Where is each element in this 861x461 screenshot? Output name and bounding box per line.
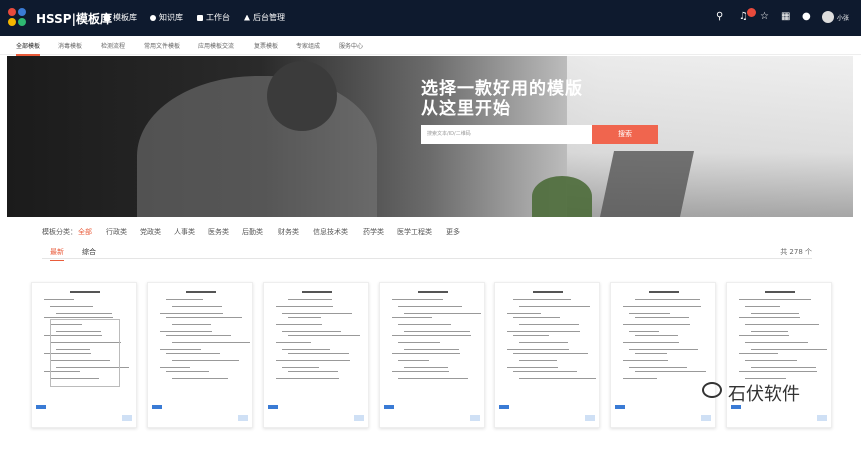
download-icon[interactable] <box>354 415 364 421</box>
card-tag <box>499 405 509 409</box>
nav-knowledge[interactable]: 知识库 <box>150 12 183 23</box>
tab-experts[interactable]: 专家组成 <box>296 41 320 50</box>
category-med-eng[interactable]: 医学工程类 <box>397 227 432 237</box>
download-icon[interactable] <box>238 415 248 421</box>
chat-icon[interactable]: ● <box>802 11 811 23</box>
notification-badge <box>747 8 756 17</box>
template-card[interactable] <box>494 282 600 428</box>
banner-photo-plant <box>532 176 592 217</box>
apps-icon[interactable]: ▦ <box>781 11 790 23</box>
template-thumbnail <box>619 289 709 393</box>
category-tabs: 全部模板 消毒模板 检测流程 常用文件模板 应用模板交流 复票模板 专家组成 服… <box>0 36 861 56</box>
category-pharmacy[interactable]: 药学类 <box>363 227 384 237</box>
home-icon <box>197 14 203 21</box>
category-party[interactable]: 党政类 <box>140 227 161 237</box>
card-tag <box>152 405 162 409</box>
banner-title: 选择一款好用的模版 从这里开始 <box>421 79 583 119</box>
category-more[interactable]: 更多 <box>446 227 460 237</box>
wechat-icon <box>702 382 722 398</box>
tab-exchange[interactable]: 应用模板交流 <box>198 41 234 50</box>
search-button[interactable]: 搜索 <box>592 125 658 144</box>
template-thumbnail <box>735 289 827 393</box>
card-tag <box>615 405 625 409</box>
search-icon[interactable]: ⚲ <box>716 11 723 23</box>
grid-icon <box>104 14 110 21</box>
template-card[interactable] <box>263 282 369 428</box>
banner-title-line1: 选择一款好用的模版 <box>421 79 583 99</box>
category-hr[interactable]: 人事类 <box>174 227 195 237</box>
download-icon[interactable] <box>122 415 132 421</box>
banner-title-line2: 从这里开始 <box>421 99 511 119</box>
nav-templates-label: 模板库 <box>113 13 137 22</box>
username[interactable]: 小张 <box>837 13 849 22</box>
nav-templates[interactable]: 模板库 <box>104 12 137 23</box>
card-tag <box>384 405 394 409</box>
card-tag <box>36 405 46 409</box>
download-icon[interactable] <box>701 415 711 421</box>
sort-tabs: 最新 综合 共 278 个 <box>42 245 812 261</box>
template-thumbnail <box>156 289 250 393</box>
card-tag <box>268 405 278 409</box>
search-input[interactable]: 搜索文本/ID/二维码 <box>421 125 592 144</box>
template-card[interactable] <box>379 282 485 428</box>
banner-photo-person <box>137 76 377 217</box>
tab-review[interactable]: 复票模板 <box>254 41 278 50</box>
download-icon[interactable] <box>470 415 480 421</box>
category-logistics[interactable]: 后勤类 <box>242 227 263 237</box>
template-card[interactable] <box>147 282 253 428</box>
tab-common-files[interactable]: 常用文件模板 <box>144 41 180 50</box>
template-thumbnail <box>503 289 596 393</box>
tab-disinfect[interactable]: 消毒模板 <box>58 41 82 50</box>
category-finance[interactable]: 财务类 <box>278 227 299 237</box>
sort-overall[interactable]: 综合 <box>82 247 96 257</box>
brand-name[interactable]: HSSP|模板库 <box>36 10 112 27</box>
download-icon[interactable] <box>817 415 827 421</box>
category-filter-label: 模板分类： <box>42 228 77 236</box>
template-thumbnail <box>388 289 481 393</box>
result-count: 共 278 个 <box>780 248 812 256</box>
tab-process[interactable]: 检测流程 <box>101 41 125 50</box>
avatar[interactable] <box>822 11 834 23</box>
category-admin[interactable]: 行政类 <box>106 227 127 237</box>
nav-workbench-label: 工作台 <box>206 13 230 22</box>
nav-workbench[interactable]: 工作台 <box>197 12 230 23</box>
logo <box>8 8 30 28</box>
category-all[interactable]: 全部 <box>78 227 92 237</box>
star-icon[interactable]: ☆ <box>760 11 769 23</box>
banner-photo-head <box>267 61 337 131</box>
template-card[interactable] <box>31 282 137 428</box>
template-thumbnail <box>40 289 130 393</box>
template-card[interactable] <box>726 282 832 428</box>
sort-latest[interactable]: 最新 <box>50 247 64 261</box>
template-thumbnail <box>272 289 362 393</box>
nav-admin-label: 后台管理 <box>253 13 285 22</box>
hero-banner: 选择一款好用的模版 从这里开始 搜索文本/ID/二维码 搜索 <box>7 56 853 217</box>
banner-photo-laptop <box>599 151 695 217</box>
category-medical[interactable]: 医务类 <box>208 227 229 237</box>
watermark: 石伏软件 <box>728 384 800 405</box>
tab-all[interactable]: 全部模板 <box>16 41 41 56</box>
nav-admin[interactable]: 后台管理 <box>244 12 285 23</box>
book-icon <box>150 14 156 21</box>
chart-icon <box>244 14 250 21</box>
nav-knowledge-label: 知识库 <box>159 13 183 22</box>
top-navbar: HSSP|模板库 模板库 知识库 工作台 后台管理 ⚲ ♫ ☆ ▦ ● 小张 <box>0 0 861 36</box>
category-it[interactable]: 信息技术类 <box>313 227 348 237</box>
download-icon[interactable] <box>585 415 595 421</box>
tab-service[interactable]: 服务中心 <box>339 41 363 50</box>
template-card[interactable] <box>610 282 716 428</box>
